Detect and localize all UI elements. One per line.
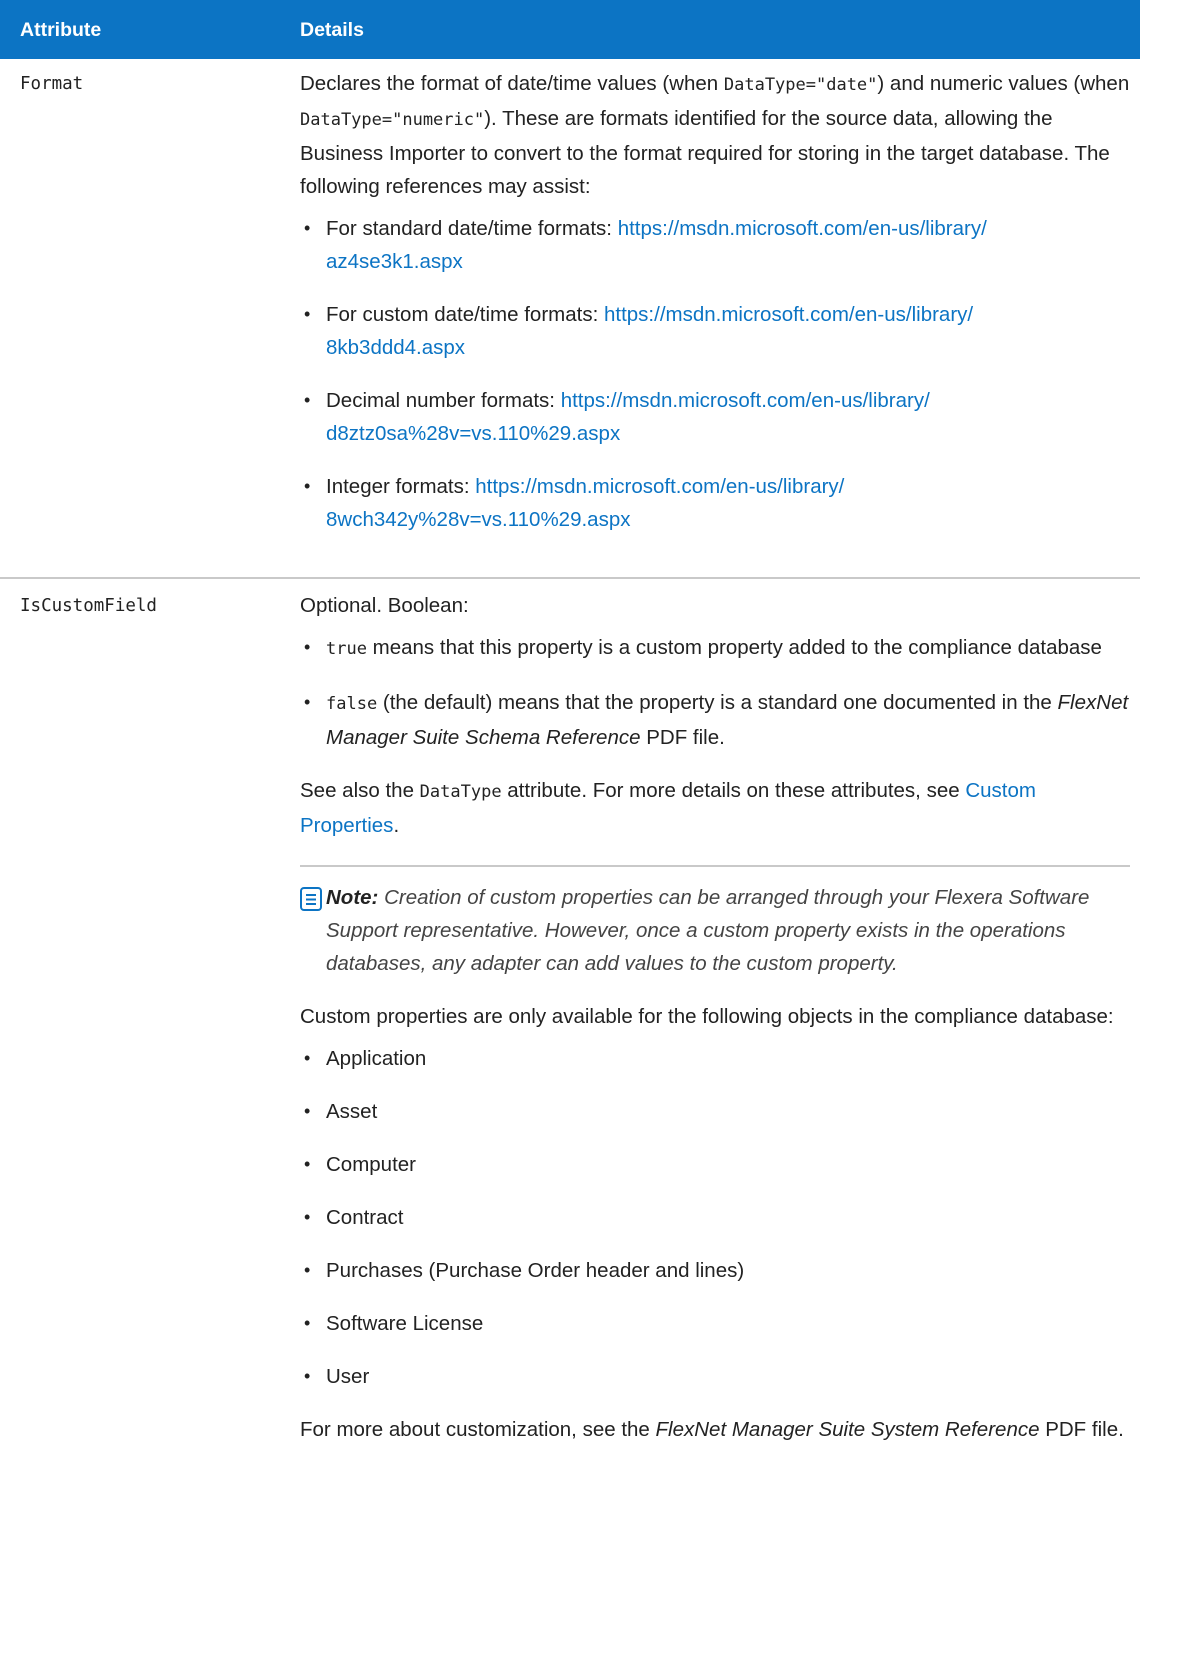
format-description: Declares the format of date/time values … xyxy=(300,72,1130,198)
list-item: Software License xyxy=(300,1307,1130,1340)
code-datatype-numeric: DataType="numeric" xyxy=(300,110,485,130)
reference-link[interactable]: https://msdn.microsoft.com/en-us/library… xyxy=(561,389,930,412)
list-item: Asset xyxy=(300,1095,1130,1128)
list-item: For custom date/time formats: https://ms… xyxy=(300,298,1130,364)
reference-link[interactable]: az4se3k1.aspx xyxy=(326,250,463,273)
iscustomfield-details: Optional. Boolean: true means that this … xyxy=(300,589,1130,1446)
optional-boolean: Optional. Boolean: xyxy=(300,594,469,617)
header-details: Details xyxy=(300,19,364,41)
reference-list: For standard date/time formats: https://… xyxy=(300,212,1130,536)
custom-properties-link[interactable]: Properties xyxy=(300,814,393,837)
note-icon xyxy=(300,887,322,911)
list-item: Application xyxy=(300,1042,1130,1075)
reference-link[interactable]: 8kb3ddd4.aspx xyxy=(326,336,465,359)
boolean-list: true means that this property is a custo… xyxy=(300,631,1130,754)
row-divider xyxy=(0,577,1140,579)
list-item: Decimal number formats: https://msdn.mic… xyxy=(300,384,1130,450)
list-item: For standard date/time formats: https://… xyxy=(300,212,1130,278)
reference-link[interactable]: https://msdn.microsoft.com/en-us/library… xyxy=(475,475,844,498)
list-item: User xyxy=(300,1360,1130,1393)
note-box: Note: Creation of custom properties can … xyxy=(300,865,1130,980)
custom-properties-link[interactable]: Custom xyxy=(965,779,1036,802)
code-false: false xyxy=(326,694,378,714)
list-item: Purchases (Purchase Order header and lin… xyxy=(300,1254,1130,1287)
objects-intro: Custom properties are only available for… xyxy=(300,1005,1114,1028)
list-item: true means that this property is a custo… xyxy=(300,631,1130,666)
reference-link[interactable]: https://msdn.microsoft.com/en-us/library… xyxy=(618,217,987,240)
code-datatype: DataType xyxy=(419,782,502,802)
reference-link[interactable]: d8ztz0sa%28v=vs.110%29.aspx xyxy=(326,422,620,445)
reference-link[interactable]: 8wch342y%28v=vs.110%29.aspx xyxy=(326,508,630,531)
format-details: Declares the format of date/time values … xyxy=(300,67,1130,536)
note-label: Note: xyxy=(326,886,379,909)
header-attribute: Attribute xyxy=(20,19,102,41)
attribute-name: Format xyxy=(20,74,84,94)
attribute-name: IsCustomField xyxy=(20,596,157,616)
note-text: Note: Creation of custom properties can … xyxy=(326,886,1090,975)
list-item: Contract xyxy=(300,1201,1130,1234)
list-item: false (the default) means that the prope… xyxy=(300,686,1130,754)
reference-link[interactable]: https://msdn.microsoft.com/en-us/library… xyxy=(604,303,973,326)
objects-list: Application Asset Computer Contract Purc… xyxy=(300,1042,1130,1393)
see-also: See also the DataType attribute. For mor… xyxy=(300,779,1036,837)
list-item: Integer formats: https://msdn.microsoft.… xyxy=(300,470,1130,536)
table-header: Attribute Details xyxy=(0,0,1140,59)
code-true: true xyxy=(326,639,367,659)
customization-note: For more about customization, see the Fl… xyxy=(300,1418,1124,1441)
code-datatype-date: DataType="date" xyxy=(723,75,878,95)
list-item: Computer xyxy=(300,1148,1130,1181)
